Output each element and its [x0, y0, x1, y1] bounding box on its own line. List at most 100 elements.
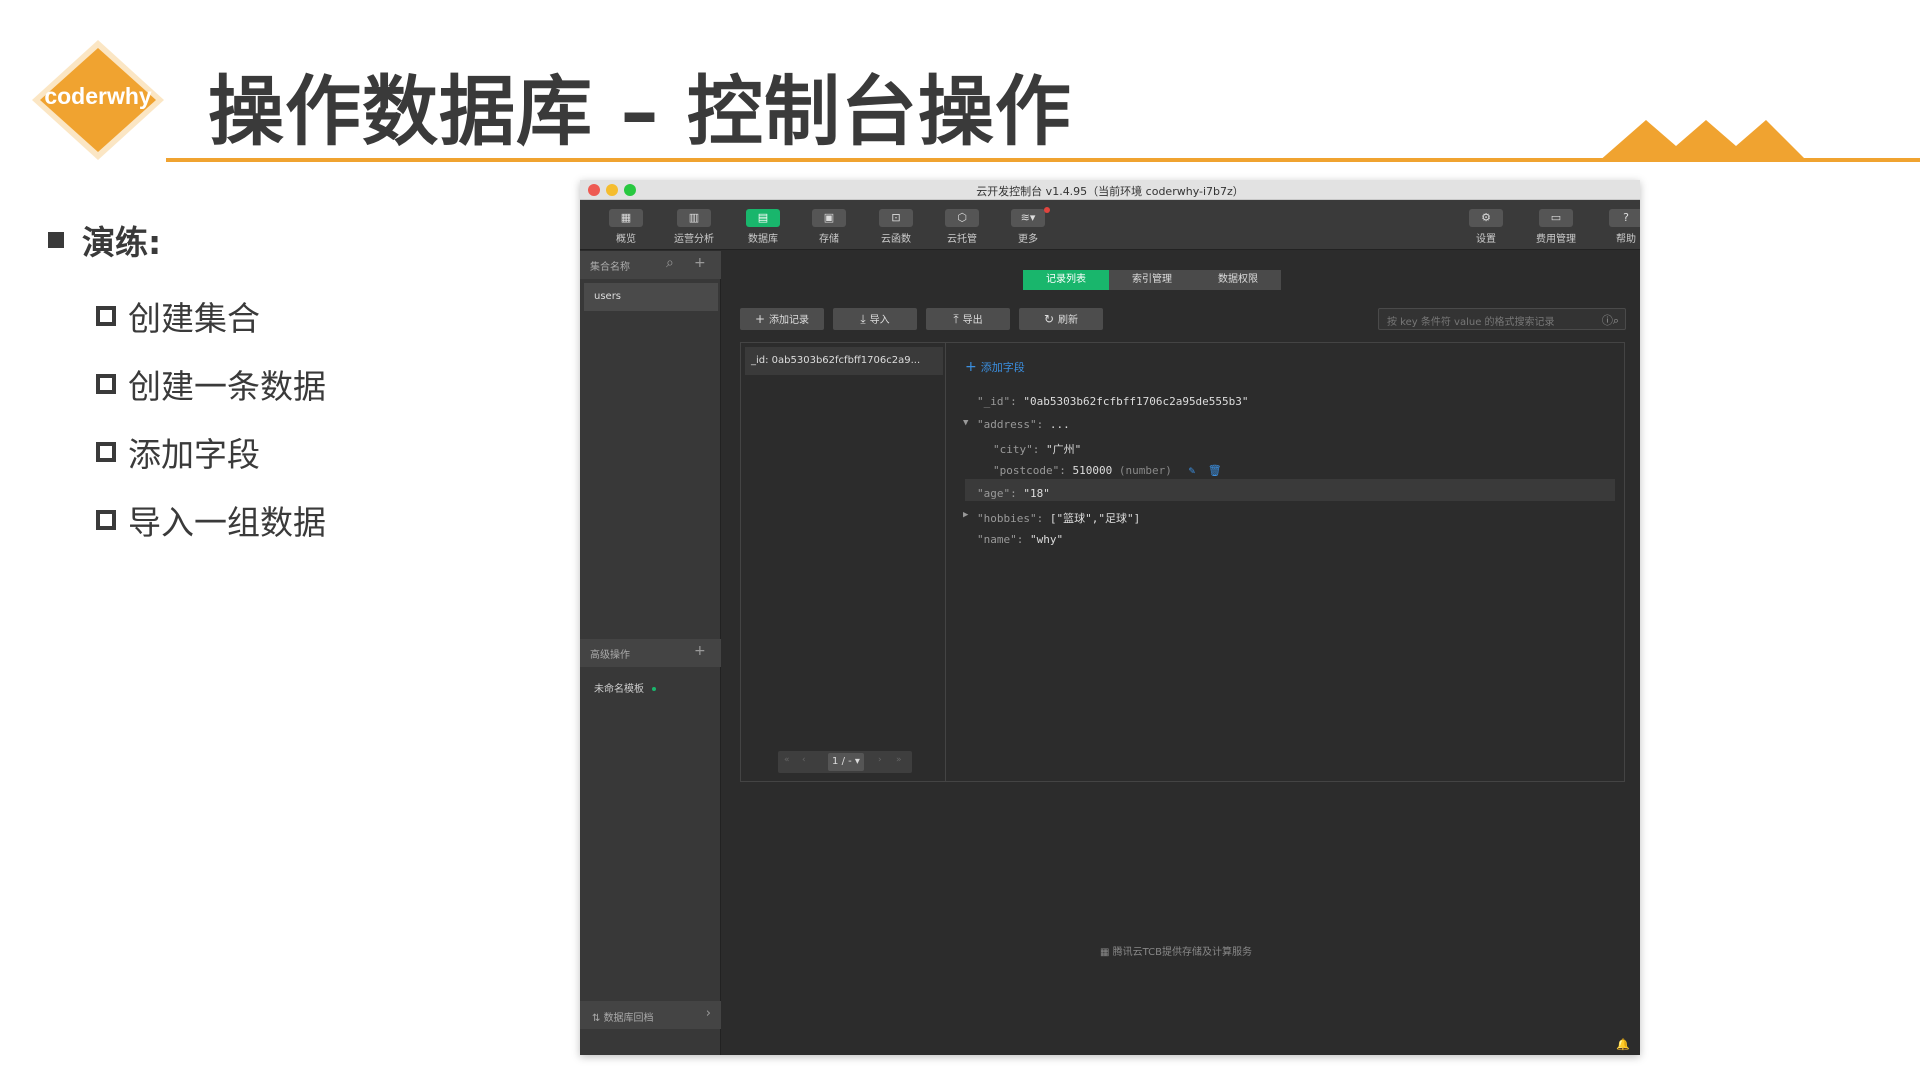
advanced-ops-header: 高级操作 + — [580, 639, 721, 667]
tool-label: 存储 — [819, 234, 839, 245]
field-value: "0ab5303b62fcfbff1706c2a95de555b3" — [1023, 395, 1249, 408]
trash-icon[interactable]: 🗑 — [1208, 464, 1222, 477]
add-field-button[interactable]: + 添加字段 — [965, 359, 1025, 375]
caret-right-icon[interactable]: ▶ — [963, 510, 968, 520]
add-record-button[interactable]: + 添加记录 — [740, 308, 824, 330]
collections-header: 集合名称 ⌕ + — [580, 251, 721, 279]
tab-record-list[interactable]: 记录列表 — [1023, 270, 1109, 290]
page-value: 1 / - — [832, 756, 852, 767]
status-dot — [652, 687, 656, 691]
search-icon[interactable]: ⌕ — [666, 255, 674, 271]
record-item[interactable]: _id: 0ab5303b62fcfbff1706c2a9... — [745, 347, 943, 375]
square-bullet-icon — [48, 232, 64, 248]
field-id[interactable]: "_id": "0ab5303b62fcfbff1706c2a95de555b3… — [977, 395, 1249, 408]
bullet-heading-text: 演练: — [82, 223, 162, 262]
list-item: 导入一组数据 — [96, 486, 326, 554]
first-page-icon[interactable]: « — [784, 755, 790, 765]
refresh-button[interactable]: ↻ 刷新 — [1019, 308, 1103, 330]
tool-help[interactable]: ? 帮助 — [1596, 209, 1640, 247]
help-icon: ? — [1609, 209, 1640, 227]
tool-cloud-hosting[interactable]: ⬡ 云托管 — [932, 209, 992, 247]
field-postcode[interactable]: "postcode": 510000 (number) ✎ 🗑 — [993, 464, 1222, 477]
list-item-text: 导入一组数据 — [128, 503, 326, 542]
tool-label: 更多 — [1018, 234, 1038, 245]
page-select[interactable]: 1 / - ▾ — [828, 753, 864, 771]
field-key: "hobbies": — [977, 512, 1044, 525]
template-item[interactable]: 未命名模板 — [594, 680, 656, 695]
list-item-text: 创建一条数据 — [128, 367, 326, 406]
field-hobbies[interactable]: ▶ "hobbies": ["篮球","足球"] — [963, 510, 1141, 526]
template-label: 未命名模板 — [594, 684, 644, 695]
list-item: 创建一条数据 — [96, 350, 326, 418]
caret-down-icon[interactable]: ▼ — [963, 418, 968, 428]
tool-label: 运营分析 — [674, 234, 714, 245]
tool-label: 设置 — [1476, 234, 1496, 245]
list-item-text: 创建集合 — [128, 299, 260, 338]
add-collection-icon[interactable]: + — [694, 255, 706, 271]
record-list: _id: 0ab5303b62fcfbff1706c2a9... « ‹ 1 /… — [741, 343, 946, 781]
field-value: ... — [1049, 418, 1070, 431]
export-label: 导出 — [962, 315, 983, 326]
console-window: 云开发控制台 v1.4.95（当前环境 coderwhy-i7b7z） ▦ 概览… — [580, 180, 1640, 1055]
field-address[interactable]: ▼ "address": ... — [963, 418, 1070, 431]
add-field-label: 添加字段 — [980, 361, 1025, 374]
tool-label: 帮助 — [1616, 234, 1636, 245]
window-title: 云开发控制台 v1.4.95（当前环境 coderwhy-i7b7z） — [976, 185, 1244, 198]
field-key: "city": — [993, 443, 1040, 456]
collections-header-label: 集合名称 — [590, 262, 630, 273]
logo-text: coderwhy — [44, 83, 152, 109]
bullet-heading: 演练: — [48, 216, 161, 264]
db-rollback-button[interactable]: ⇅ 数据库回档 › — [580, 1001, 721, 1029]
tab-index-management[interactable]: 索引管理 — [1109, 270, 1195, 290]
field-name[interactable]: "name": "why" — [977, 533, 1063, 546]
bell-icon[interactable]: 🔔 — [1616, 1038, 1630, 1051]
field-key: "_id": — [977, 395, 1017, 408]
tab-data-permissions[interactable]: 数据权限 — [1195, 270, 1281, 290]
layers-icon: ≋▾ — [1011, 209, 1045, 227]
tool-more[interactable]: ≋▾ 更多 — [998, 207, 1058, 247]
field-age[interactable]: "age": "18" — [977, 487, 1050, 500]
tool-storage[interactable]: ▣ 存储 — [799, 209, 859, 247]
tool-database[interactable]: ▤ 数据库 — [733, 209, 793, 247]
field-value: ["篮球","足球"] — [1049, 512, 1141, 525]
field-value: "广州" — [1045, 443, 1082, 456]
records-panel: _id: 0ab5303b62fcfbff1706c2a9... « ‹ 1 /… — [740, 342, 1625, 782]
tool-billing[interactable]: ▭ 费用管理 — [1526, 209, 1586, 247]
field-key: "name": — [977, 533, 1024, 546]
tool-settings[interactable]: ⚙ 设置 — [1456, 209, 1516, 247]
db-rollback-label: ⇅ 数据库回档 — [592, 1009, 654, 1024]
footer-note-text: 腾讯云TCB提供存储及计算服务 — [1112, 947, 1253, 958]
main-toolbar: ▦ 概览 ▥ 运营分析 ▤ 数据库 ▣ 存储 ⊡ 云函数 ⬡ 云托管 ≋▾ 更多 — [580, 200, 1640, 250]
prev-page-icon[interactable]: ‹ — [802, 755, 806, 765]
checkbox-outline-icon — [96, 510, 116, 530]
search-icon[interactable]: ⓘ⌕ — [1602, 312, 1619, 328]
db-rollback-text: 数据库回档 — [603, 1013, 654, 1024]
add-template-icon[interactable]: + — [694, 643, 706, 659]
tencent-cloud-icon: ▦ — [1100, 947, 1113, 958]
tool-cloud-functions[interactable]: ⊡ 云函数 — [866, 209, 926, 247]
notification-dot — [1044, 207, 1050, 213]
next-page-icon[interactable]: › — [878, 755, 882, 765]
tool-label: 云函数 — [881, 234, 911, 245]
record-search-input[interactable]: 按 key 条件符 value 的格式搜索记录 ⓘ⌕ — [1378, 308, 1626, 330]
field-value: 510000 — [1072, 464, 1113, 477]
gear-icon: ⚙ — [1469, 209, 1503, 227]
logo: coderwhy — [30, 38, 166, 162]
edit-icon[interactable]: ✎ — [1188, 464, 1195, 477]
field-city[interactable]: "city": "广州" — [993, 441, 1081, 457]
function-icon: ⊡ — [879, 209, 913, 227]
slide-title: 操作数据库 – 控制台操作 — [208, 67, 1072, 156]
import-button[interactable]: ⤓ 导入 — [833, 308, 917, 330]
tool-overview[interactable]: ▦ 概览 — [596, 209, 656, 247]
upload-icon: ⤒ — [953, 312, 959, 326]
tool-analytics[interactable]: ▥ 运营分析 — [664, 209, 724, 247]
highlighted-field-row — [965, 479, 1615, 501]
refresh-icon: ↻ — [1043, 312, 1055, 326]
list-item: 创建集合 — [96, 282, 326, 350]
last-page-icon[interactable]: » — [896, 755, 902, 765]
field-type: (number) — [1118, 464, 1172, 477]
tool-label: 云托管 — [947, 234, 977, 245]
export-button[interactable]: ⤒ 导出 — [926, 308, 1010, 330]
grid-icon: ▦ — [609, 209, 643, 227]
collection-item-users[interactable]: users — [584, 283, 718, 311]
